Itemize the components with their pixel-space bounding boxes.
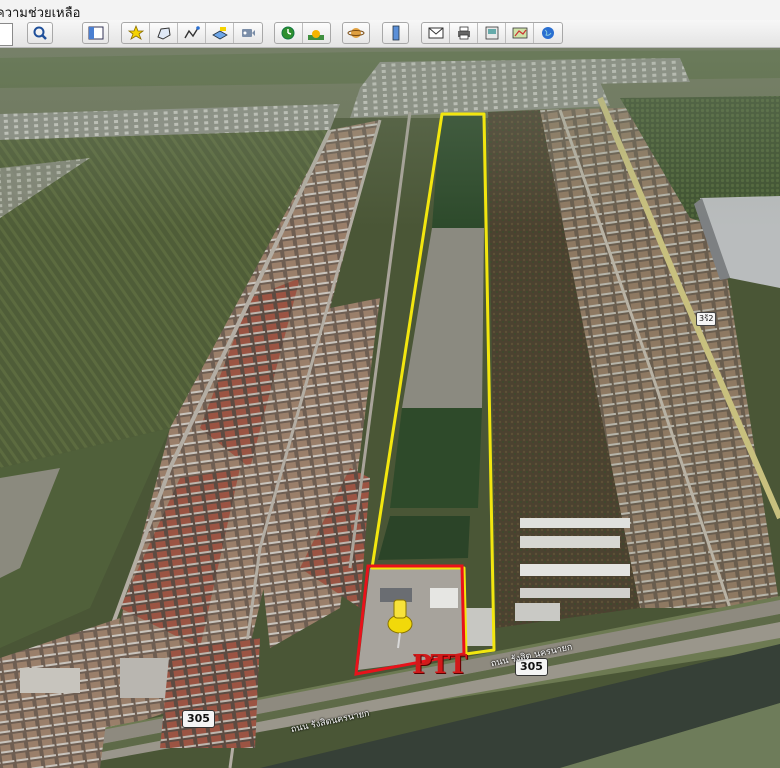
print-button[interactable] (450, 23, 478, 43)
map-view-button[interactable] (506, 23, 534, 43)
ruler-icon (392, 25, 399, 41)
print-icon (457, 26, 470, 40)
earth-icon (542, 27, 554, 39)
record-tour-button[interactable] (234, 23, 262, 43)
save-image-button[interactable] (478, 23, 506, 43)
ruler-button[interactable] (382, 22, 409, 44)
sunlight-icon (308, 30, 325, 40)
polygon-icon (156, 27, 171, 40)
sunlight-button[interactable] (303, 23, 330, 43)
menu-bar: ความช่วยเหลือ (0, 0, 780, 21)
search-icon (33, 26, 47, 40)
email-button[interactable] (422, 23, 450, 43)
aerial-imagery (0, 48, 780, 768)
save-image-icon (485, 26, 498, 40)
add-tools-group (121, 22, 263, 44)
add-overlay-button[interactable] (206, 23, 234, 43)
email-icon (428, 27, 443, 39)
road-shield-side: 3ร้2 (696, 312, 717, 326)
earth-button[interactable] (534, 23, 562, 43)
planet-button[interactable] (342, 22, 370, 44)
map-view-icon (512, 27, 527, 39)
path-icon (183, 26, 200, 39)
share-tools-group (421, 22, 563, 44)
add-placemark-button[interactable] (122, 23, 150, 43)
toolbar (0, 20, 780, 48)
sidebar-icon (88, 26, 103, 40)
history-button[interactable] (275, 23, 303, 43)
overlay-icon (211, 27, 228, 40)
tour-icon (242, 29, 255, 37)
history-icon (281, 26, 295, 40)
search-input[interactable] (0, 23, 13, 46)
search-button[interactable] (27, 22, 53, 44)
road-shield-305-lower: 305 (182, 710, 215, 728)
add-path-button[interactable] (178, 23, 206, 43)
ptt-brand-label: PTT (412, 650, 467, 680)
placemark-icon (127, 25, 144, 40)
sidebar-button[interactable] (82, 22, 109, 44)
add-polygon-button[interactable] (150, 23, 178, 43)
planet-icon (347, 28, 365, 38)
satellite-map[interactable]: PTT 3ร้2 305 305 ถนน รังสิต นครนายก ถนน … (0, 48, 780, 768)
view-tools-group (274, 22, 331, 44)
